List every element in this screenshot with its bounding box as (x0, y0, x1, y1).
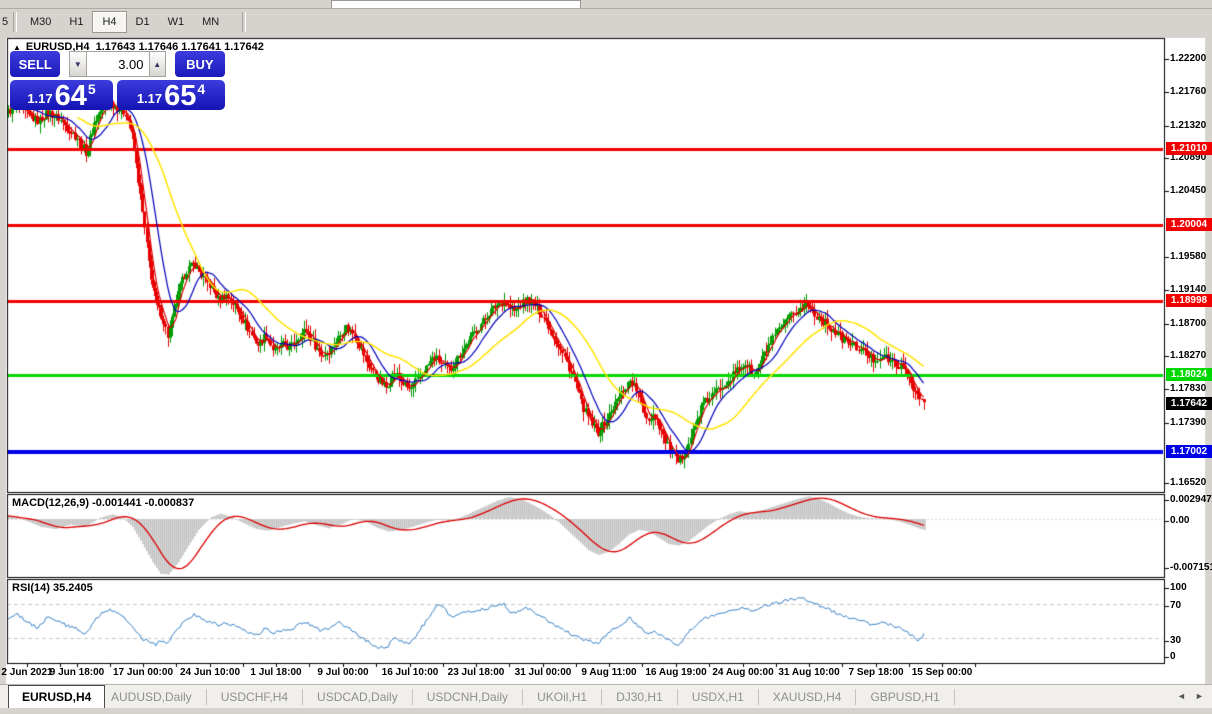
rsi-axis-label: 70 (1170, 600, 1181, 611)
time-axis-label: 1 Jul 18:00 (250, 667, 301, 678)
time-axis-label: 15 Sep 00:00 (912, 667, 973, 678)
sell-price-sup: 5 (88, 81, 96, 97)
time-axis-label: 7 Sep 18:00 (848, 667, 903, 678)
macd-axis-label: 0.002947 (1170, 494, 1212, 505)
tab-audusd-daily[interactable]: AUDUSD,Daily (97, 689, 207, 705)
price-level-badge: 1.21010 (1166, 142, 1212, 155)
price-axis-label: 1.21320 (1170, 120, 1206, 131)
time-axis-label: 2 Jun 2021 (1, 667, 52, 678)
time-axis-label: 24 Aug 00:00 (712, 667, 773, 678)
tab-usdchf-h4[interactable]: USDCHF,H4 (207, 689, 303, 705)
mt4-window: 5M30H1H4D1W1MN ▲EURUSD,H4 1.17643 1.1764… (0, 0, 1212, 714)
price-axis-label: 1.19580 (1170, 251, 1206, 262)
chart-tab-bar: EURUSD,H4 AUDUSD,DailyUSDCHF,H4USDCAD,Da… (0, 684, 1212, 709)
tab-eurusd-h4-active[interactable]: EURUSD,H4 (8, 685, 105, 708)
price-axis-label: 1.22200 (1170, 53, 1206, 64)
rsi-axis-label: 100 (1170, 582, 1187, 593)
sell-button[interactable]: SELL (10, 51, 60, 77)
volume-input[interactable] (87, 51, 149, 77)
macd-axis-label: 0.00 (1170, 515, 1189, 526)
tab-dj30-h1[interactable]: DJ30,H1 (602, 689, 678, 705)
price-level-badge: 1.18998 (1166, 294, 1212, 307)
macd-label: MACD(12,26,9) -0.001441 -0.000837 (12, 497, 194, 509)
tab-scroll-left-icon[interactable]: ◄ (1177, 691, 1186, 701)
price-axis-label: 1.16520 (1170, 477, 1206, 488)
volume-increase-button[interactable]: ▲ (149, 51, 166, 77)
time-axis-label: 23 Jul 18:00 (448, 667, 505, 678)
time-axis-label: 24 Jun 10:00 (180, 667, 240, 678)
one-click-trading-panel: SELL ▼ ▲ BUY 1.17 64 5 1.17 65 4 (10, 51, 225, 110)
current-price-badge: 1.17642 (1166, 397, 1212, 410)
buy-price-sup: 4 (197, 81, 205, 97)
buy-price-display[interactable]: 1.17 65 4 (117, 80, 225, 110)
status-bar-edge (0, 708, 1212, 714)
macd-axis-label: -0.007151 (1170, 562, 1212, 573)
tab-scroll-right-icon[interactable]: ► (1195, 691, 1204, 701)
sell-price-small: 1.17 (27, 91, 52, 106)
rsi-label: RSI(14) 35.2405 (12, 582, 93, 594)
tab-xauusd-h4[interactable]: XAUUSD,H4 (759, 689, 857, 705)
buy-button[interactable]: BUY (175, 51, 225, 77)
price-axis-label: 1.18700 (1170, 318, 1206, 329)
time-axis-label: 17 Jun 00:00 (113, 667, 173, 678)
time-axis-label: 31 Aug 10:00 (778, 667, 839, 678)
price-axis-label: 1.18270 (1170, 350, 1206, 361)
rsi-axis-label: 0 (1170, 651, 1176, 662)
tab-gbpusd-h1[interactable]: GBPUSD,H1 (856, 689, 954, 705)
price-axis-label: 1.21760 (1170, 86, 1206, 97)
tab-usdx-h1[interactable]: USDX,H1 (678, 689, 759, 705)
buy-price-big: 65 (164, 83, 196, 109)
buy-price-small: 1.17 (137, 91, 162, 106)
volume-decrease-button[interactable]: ▼ (69, 51, 86, 77)
time-axis-label: 9 Aug 11:00 (581, 667, 636, 678)
tab-usdcad-daily[interactable]: USDCAD,Daily (303, 689, 413, 705)
tab-ukoil-h1[interactable]: UKOil,H1 (523, 689, 602, 705)
sell-price-big: 64 (55, 83, 87, 109)
price-level-badge: 1.18024 (1166, 368, 1212, 381)
price-axis-label: 1.20450 (1170, 185, 1206, 196)
time-axis-label: 9 Jul 00:00 (317, 667, 368, 678)
tab-usdcnh-daily[interactable]: USDCNH,Daily (413, 689, 523, 705)
time-axis-label: 16 Aug 19:00 (645, 667, 706, 678)
time-axis-label: 9 Jun 18:00 (50, 667, 104, 678)
price-axis-label: 1.17830 (1170, 383, 1206, 394)
time-axis-label: 16 Jul 10:00 (382, 667, 439, 678)
price-axis-label: 1.17390 (1170, 417, 1206, 428)
rsi-axis-label: 30 (1170, 635, 1181, 646)
sell-price-display[interactable]: 1.17 64 5 (10, 80, 113, 110)
time-axis-label: 31 Jul 00:00 (515, 667, 572, 678)
price-level-badge: 1.20004 (1166, 218, 1212, 231)
price-level-badge: 1.17002 (1166, 445, 1212, 458)
